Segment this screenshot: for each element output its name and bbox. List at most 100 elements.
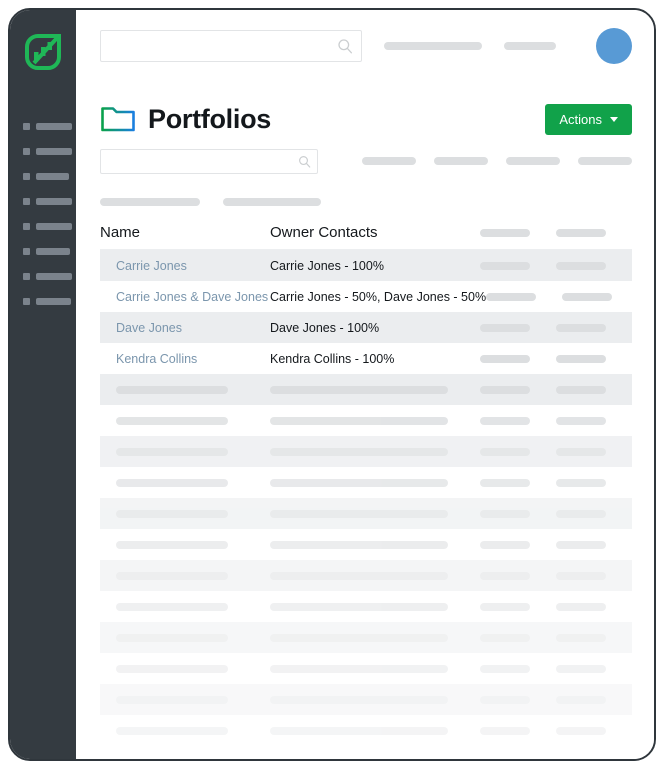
sidebar-item-8[interactable]: [23, 296, 76, 306]
column-header-owner-contacts[interactable]: Owner Contacts: [270, 224, 480, 241]
skeleton-bar: [270, 571, 448, 580]
table-skeleton-row: [100, 529, 632, 560]
sidebar-item-label: [36, 247, 70, 255]
sidebar-item-5[interactable]: [23, 221, 76, 231]
row-cell-placeholder: [480, 354, 530, 363]
owner-contacts-cell: Dave Jones - 100%: [270, 320, 380, 335]
portfolio-name-link[interactable]: Kendra Collins: [116, 352, 197, 366]
actions-button-label: Actions: [559, 111, 602, 127]
skeleton-bar: [556, 478, 606, 487]
table-row[interactable]: Kendra Collins Kendra Collins - 100%: [100, 343, 632, 374]
topbar-placeholder-1[interactable]: [384, 42, 482, 50]
filter-placeholder-3[interactable]: [506, 157, 560, 165]
sidebar-item-3[interactable]: [23, 171, 76, 181]
sidebar-item-label: [36, 122, 72, 130]
table-skeleton-row: [100, 653, 632, 684]
column-header-name[interactable]: Name: [100, 224, 270, 241]
nav-square-icon: [23, 122, 30, 130]
skeleton-bar: [270, 385, 448, 394]
sidebar-item-label: [36, 172, 69, 180]
sidebar-item-2[interactable]: [23, 146, 76, 156]
user-avatar[interactable]: [596, 28, 632, 64]
skeleton-bar: [270, 540, 448, 549]
portfolios-table: Name Owner Contacts Carrie Jones Carrie …: [76, 216, 654, 746]
row-cell-placeholder: [480, 261, 530, 270]
topbar-placeholder-2[interactable]: [504, 42, 556, 50]
skeleton-bar: [480, 664, 530, 673]
table-skeleton-row: [100, 715, 632, 746]
table-skeleton-row: [100, 436, 632, 467]
column-header-3[interactable]: [480, 228, 556, 237]
skeleton-bar: [556, 726, 606, 735]
table-header-row: Name Owner Contacts: [100, 216, 632, 250]
skeleton-bar: [556, 540, 606, 549]
tab-placeholder-2[interactable]: [223, 198, 321, 206]
skeleton-bar: [480, 571, 530, 580]
skeleton-bar: [116, 602, 228, 611]
leaf-chart-logo: [25, 34, 61, 70]
tab-placeholder-1[interactable]: [100, 198, 200, 206]
table-row[interactable]: Carrie Jones & Dave Jones Carrie Jones -…: [100, 281, 632, 312]
skeleton-bar: [116, 385, 228, 394]
actions-button[interactable]: Actions: [545, 103, 632, 135]
skeleton-bar: [480, 540, 530, 549]
filter-placeholder-1[interactable]: [362, 157, 416, 165]
table-skeleton-row: [100, 498, 632, 529]
skeleton-bar: [116, 416, 228, 425]
filter-placeholder-2[interactable]: [434, 157, 488, 165]
main-content: Portfolios Actions Name Owner Contacts C…: [76, 10, 654, 759]
search-icon: [299, 155, 311, 168]
nav-square-icon: [23, 297, 30, 305]
table-row[interactable]: Carrie Jones Carrie Jones - 100%: [100, 250, 632, 281]
table-skeleton-row: [100, 405, 632, 436]
table-row[interactable]: Dave Jones Dave Jones - 100%: [100, 312, 632, 343]
global-search-box[interactable]: [100, 30, 362, 62]
skeleton-bar: [116, 447, 228, 456]
skeleton-bar: [270, 633, 448, 642]
table-skeleton-row: [100, 591, 632, 622]
filter-placeholder-4[interactable]: [578, 157, 632, 165]
skeleton-bar: [556, 664, 606, 673]
row-cell-placeholder: [556, 261, 606, 270]
skeleton-bar: [556, 571, 606, 580]
skeleton-bar: [116, 664, 228, 673]
table-skeleton-row: [100, 467, 632, 498]
portfolio-name-link[interactable]: Dave Jones: [116, 321, 182, 335]
table-skeleton-rows: [100, 374, 632, 746]
tabs-placeholder: [76, 198, 654, 206]
skeleton-bar: [116, 633, 228, 642]
sidebar-item-4[interactable]: [23, 196, 76, 206]
sidebar-item-1[interactable]: [23, 121, 76, 131]
skeleton-bar: [270, 664, 448, 673]
search-icon: [338, 39, 353, 54]
skeleton-bar: [270, 416, 448, 425]
search-input[interactable]: [111, 39, 337, 53]
skeleton-bar: [480, 633, 530, 642]
folder-icon: [101, 107, 135, 132]
sidebar-item-label: [36, 272, 72, 280]
portfolio-name-link[interactable]: Carrie Jones: [116, 259, 187, 273]
skeleton-bar: [556, 602, 606, 611]
filter-search-box[interactable]: [100, 148, 318, 174]
app-window: Portfolios Actions Name Owner Contacts C…: [8, 8, 656, 761]
skeleton-bar: [116, 478, 228, 487]
sidebar-item-label: [36, 297, 71, 305]
filter-search-input[interactable]: [109, 155, 298, 167]
skeleton-bar: [116, 540, 228, 549]
table-skeleton-row: [100, 622, 632, 653]
skeleton-bar: [480, 447, 530, 456]
nav-square-icon: [23, 247, 30, 255]
nav-square-icon: [23, 222, 30, 230]
sidebar-item-6[interactable]: [23, 246, 76, 256]
portfolio-name-link[interactable]: Carrie Jones & Dave Jones: [116, 290, 268, 304]
skeleton-bar: [480, 478, 530, 487]
sidebar-item-7[interactable]: [23, 271, 76, 281]
filter-placeholders: [362, 157, 632, 165]
skeleton-bar: [116, 726, 228, 735]
column-header-4[interactable]: [556, 228, 632, 237]
sidebar-nav: [10, 121, 76, 306]
row-cell-placeholder: [556, 323, 606, 332]
skeleton-bar: [480, 726, 530, 735]
row-cell-placeholder: [480, 323, 530, 332]
top-bar: [76, 10, 654, 82]
